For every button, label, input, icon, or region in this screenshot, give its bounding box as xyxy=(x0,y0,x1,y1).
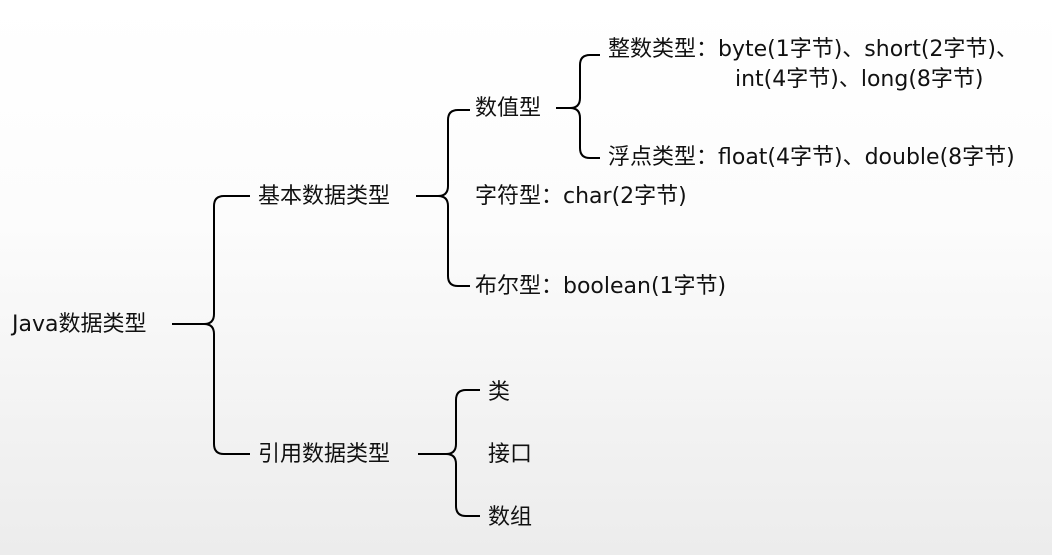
primitive-types-label: 基本数据类型 xyxy=(258,184,391,209)
reference-brace xyxy=(418,389,480,517)
reference-types-label: 引用数据类型 xyxy=(258,442,391,467)
root-label: Java数据类型 xyxy=(12,312,147,337)
reference-item-array: 数组 xyxy=(488,505,533,530)
type-tree-diagram: Java数据类型 基本数据类型 引用数据类型 数值型 整数类型：byte(1字节… xyxy=(0,0,1052,555)
primitive-brace xyxy=(416,109,470,287)
char-type-label: 字符型：char(2字节) xyxy=(475,184,687,209)
reference-item-class: 类 xyxy=(488,380,511,405)
root-brace xyxy=(172,195,250,455)
numeric-type-label: 数值型 xyxy=(475,96,542,121)
float-types-label: 浮点类型：float(4字节)、double(8字节) xyxy=(608,145,1015,170)
numeric-brace xyxy=(556,54,600,159)
reference-item-interface: 接口 xyxy=(488,442,533,467)
boolean-type-label: 布尔型：boolean(1字节) xyxy=(475,274,727,299)
integer-types-line1: 整数类型：byte(1字节)、short(2字节)、 xyxy=(608,37,1019,62)
integer-types-line2: int(4字节)、long(8字节) xyxy=(735,67,984,92)
